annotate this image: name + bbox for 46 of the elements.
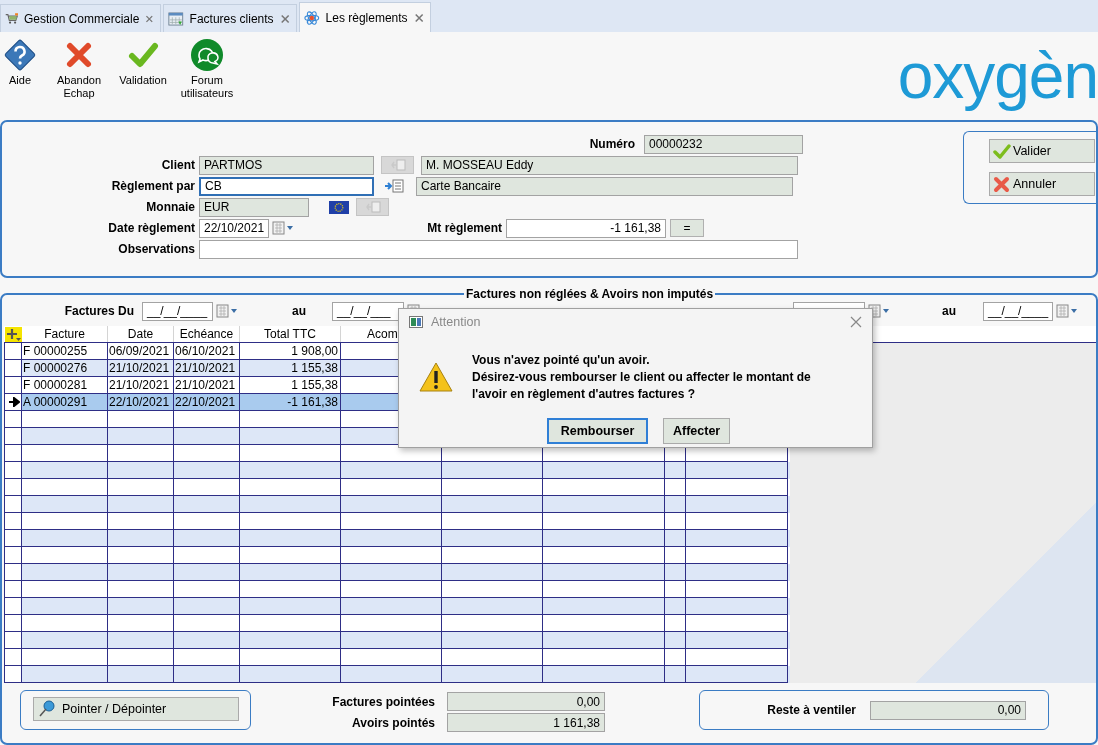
toolbar-button[interactable]: Aide — [0, 38, 40, 87]
dialog-button[interactable]: Affecter — [663, 418, 731, 444]
input-field[interactable]: PARTMOS — [199, 155, 374, 175]
field-label: Date règlement — [107, 221, 196, 235]
input-field[interactable]: __/__/___ — [332, 301, 404, 321]
input-field[interactable]: -1 161,38 — [506, 218, 666, 238]
column-header[interactable]: Date — [108, 326, 174, 342]
tab[interactable]: Gestion Commerciale — [0, 4, 161, 32]
tab[interactable]: Les règlements — [299, 2, 431, 32]
field-label: Mt règlement — [426, 221, 503, 235]
column-header[interactable]: Echéance — [174, 326, 240, 342]
tab[interactable]: Factures clients — [163, 4, 297, 32]
equals-button[interactable]: = — [670, 219, 704, 237]
toolbar-button[interactable]: Forum utilisateurs — [182, 38, 232, 100]
column-header[interactable]: Total TTC — [240, 326, 341, 342]
input-field[interactable]: Carte Bancaire — [416, 176, 793, 196]
field-label: Reste à ventiler — [766, 703, 857, 717]
field-label: Client — [160, 158, 196, 172]
toolbar-button[interactable]: Validation — [118, 38, 168, 87]
input-field[interactable]: EUR — [199, 197, 309, 217]
field-label: Factures Du — [63, 304, 135, 318]
input-field[interactable]: 00000232 — [644, 134, 803, 154]
field-label: Observations — [117, 242, 196, 256]
dialog-button[interactable]: Rembourser — [547, 418, 648, 444]
total-field: 1 161,38 — [447, 713, 605, 732]
field-label: Numéro — [588, 137, 636, 151]
total-field: 0,00 — [870, 700, 1026, 720]
input-field[interactable]: M. MOSSEAU Eddy — [421, 155, 798, 175]
field-label: Avoirs pointés — [351, 715, 436, 730]
input-field[interactable]: CB — [199, 176, 374, 196]
dialog-title: Attention — [431, 315, 482, 329]
side-button[interactable]: Annuler — [989, 172, 1095, 196]
field-label: au — [942, 304, 957, 318]
side-button[interactable]: Valider — [989, 139, 1095, 163]
field-label: au — [292, 304, 306, 318]
field-label: Factures pointées — [331, 694, 436, 709]
input-field[interactable]: 22/10/2021 — [199, 218, 269, 238]
column-header[interactable]: Facture — [22, 326, 108, 342]
section-title: Factures non réglées & Avoirs non imputés — [465, 287, 715, 301]
field-label: Monnaie — [145, 200, 196, 214]
toolbar-button[interactable]: Abandon Echap — [54, 38, 104, 100]
field-label: Règlement par — [110, 179, 196, 193]
pointer-button[interactable]: Pointer / Dépointer — [33, 697, 239, 721]
input-field[interactable]: __/__/____ — [983, 301, 1054, 321]
total-field: 0,00 — [447, 692, 605, 711]
input-field[interactable]: __/__/____ — [142, 301, 213, 321]
